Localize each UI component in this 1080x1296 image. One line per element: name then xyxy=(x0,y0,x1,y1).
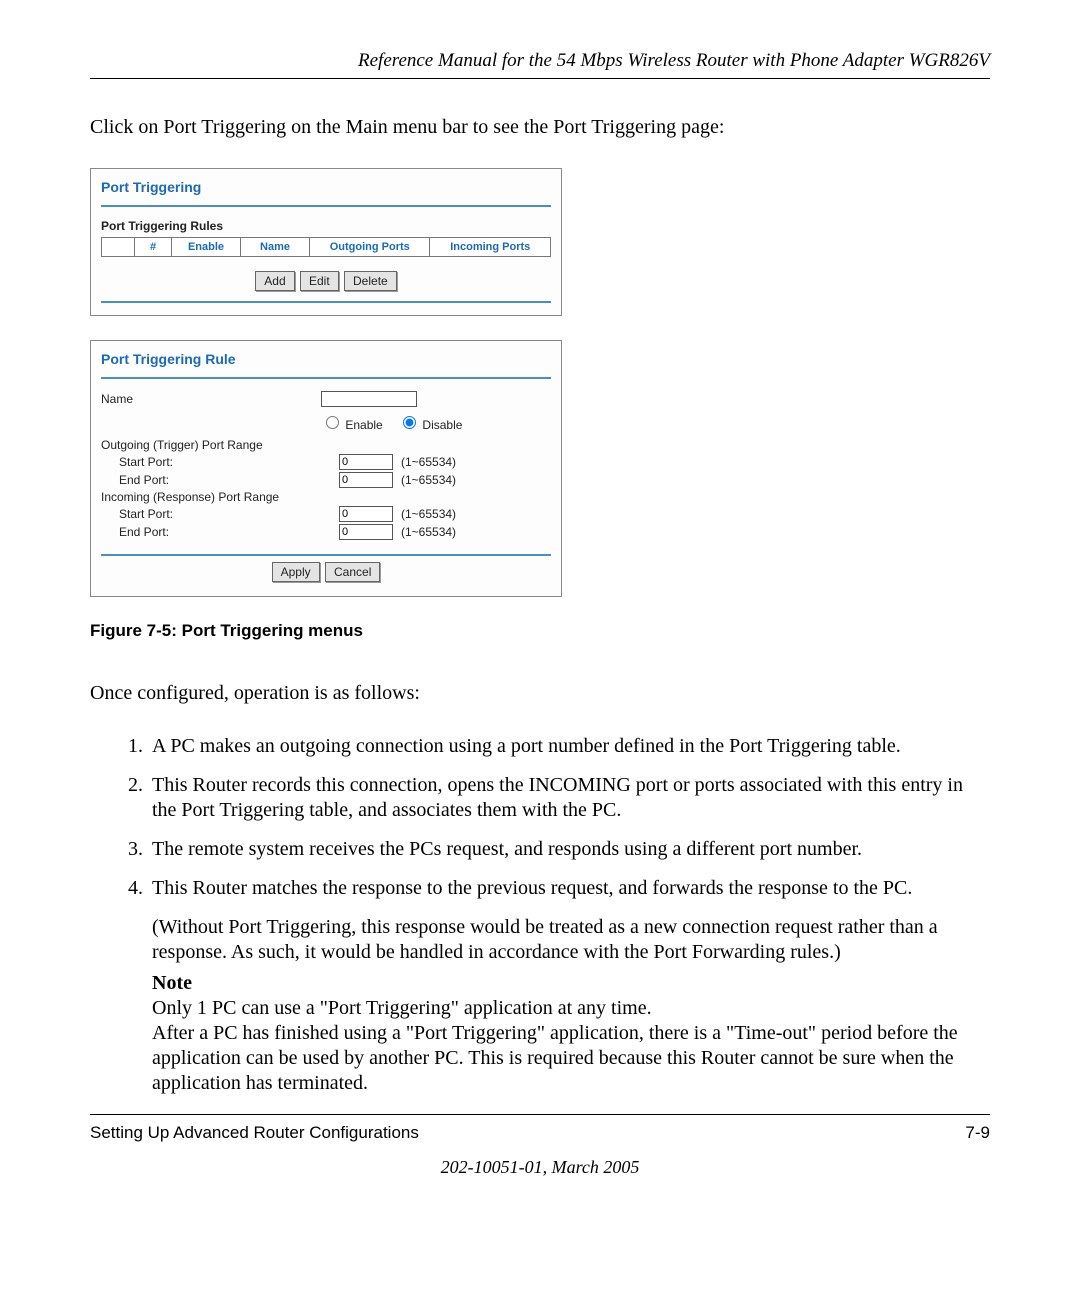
outgoing-range-label: Outgoing (Trigger) Port Range xyxy=(101,438,321,452)
col-name: Name xyxy=(241,238,310,257)
step-1: A PC makes an outgoing connection using … xyxy=(148,734,990,759)
cancel-button[interactable]: Cancel xyxy=(325,562,380,582)
intro-paragraph: Click on Port Triggering on the Main men… xyxy=(90,115,990,140)
header-rule xyxy=(90,78,990,79)
rules-table: # Enable Name Outgoing Ports Incoming Po… xyxy=(101,237,551,257)
screenshot-port-triggering-list: Port Triggering Port Triggering Rules # … xyxy=(90,168,562,316)
disable-radio-label: Disable xyxy=(422,418,462,432)
running-header: Reference Manual for the 54 Mbps Wireles… xyxy=(90,50,990,72)
col-outgoing: Outgoing Ports xyxy=(310,238,430,257)
step-4: This Router matches the response to the … xyxy=(148,876,990,1096)
step-2: This Router records this connection, ope… xyxy=(148,773,990,823)
col-incoming: Incoming Ports xyxy=(430,238,551,257)
out-end-label: End Port: xyxy=(101,473,339,487)
in-start-hint: (1~65534) xyxy=(401,507,456,521)
footer-rule xyxy=(90,1114,990,1115)
out-start-hint: (1~65534) xyxy=(401,455,456,469)
incoming-range-label: Incoming (Response) Port Range xyxy=(101,490,321,504)
panel-bottom-divider xyxy=(101,554,551,556)
name-input[interactable] xyxy=(321,391,417,407)
delete-button[interactable]: Delete xyxy=(344,271,397,291)
after-paragraph: Once configured, operation is as follows… xyxy=(90,681,990,706)
in-end-label: End Port: xyxy=(101,525,339,539)
out-end-input[interactable] xyxy=(339,472,393,488)
panel-title: Port Triggering xyxy=(101,179,551,195)
in-start-label: Start Port: xyxy=(101,507,339,521)
note-body: Only 1 PC can use a "Port Triggering" ap… xyxy=(152,996,990,1096)
in-start-input[interactable] xyxy=(339,506,393,522)
name-label: Name xyxy=(101,392,321,406)
panel-bottom-divider xyxy=(101,301,551,303)
out-start-input[interactable] xyxy=(339,454,393,470)
rules-subtitle: Port Triggering Rules xyxy=(101,219,551,233)
apply-button[interactable]: Apply xyxy=(272,562,320,582)
out-start-label: Start Port: xyxy=(101,455,339,469)
note-label: Note xyxy=(152,971,990,996)
enable-radio[interactable]: Enable xyxy=(321,418,383,432)
col-enable: Enable xyxy=(172,238,241,257)
in-end-hint: (1~65534) xyxy=(401,525,456,539)
disable-radio[interactable]: Disable xyxy=(398,418,462,432)
step-3: The remote system receives the PCs reque… xyxy=(148,837,990,862)
add-button[interactable]: Add xyxy=(255,271,294,291)
out-end-hint: (1~65534) xyxy=(401,473,456,487)
edit-button[interactable]: Edit xyxy=(300,271,339,291)
doc-id: 202-10051-01, March 2005 xyxy=(90,1157,990,1178)
enable-radio-label: Enable xyxy=(345,418,382,432)
panel-title: Port Triggering Rule xyxy=(101,351,551,367)
col-num: # xyxy=(135,238,172,257)
panel-divider xyxy=(101,377,551,379)
footer-right: 7-9 xyxy=(965,1123,990,1143)
footer-left: Setting Up Advanced Router Configuration… xyxy=(90,1123,419,1143)
screenshot-port-triggering-rule: Port Triggering Rule Name Enable Disable… xyxy=(90,340,562,597)
step-4-extra: (Without Port Triggering, this response … xyxy=(152,916,938,963)
figure-caption: Figure 7-5: Port Triggering menus xyxy=(90,621,990,641)
in-end-input[interactable] xyxy=(339,524,393,540)
col-select xyxy=(102,238,135,257)
step-4-text: This Router matches the response to the … xyxy=(152,877,912,899)
steps-list: A PC makes an outgoing connection using … xyxy=(90,734,990,1096)
panel-divider xyxy=(101,205,551,207)
